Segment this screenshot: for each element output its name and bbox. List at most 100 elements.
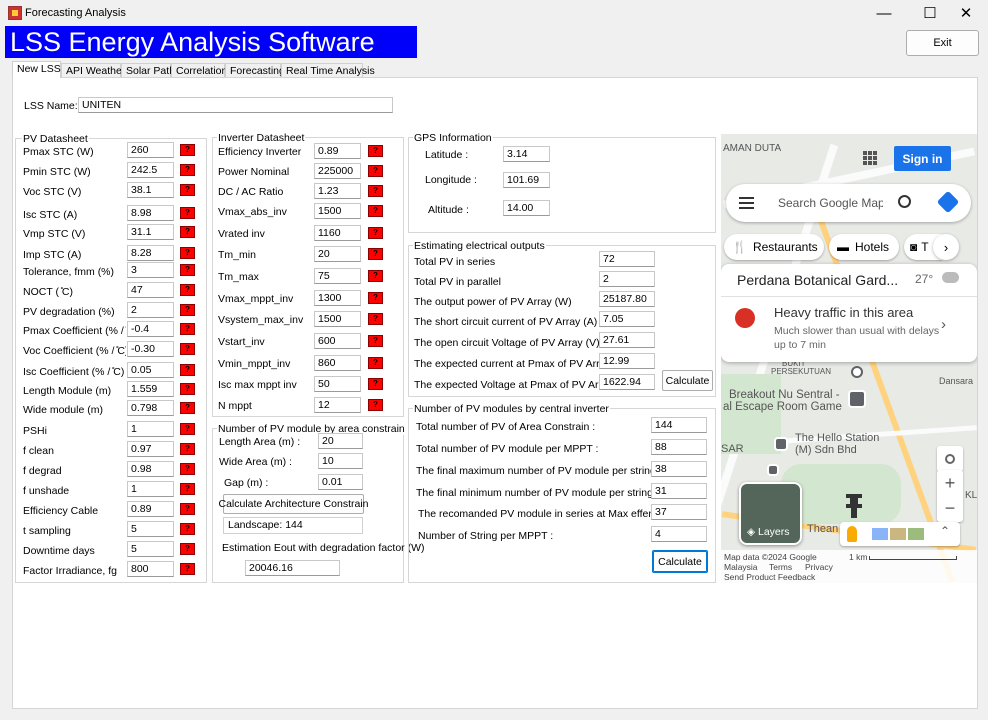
help-icon[interactable]: ? [368,335,383,347]
thumbnail-icon[interactable] [872,528,888,540]
tab-new-lss[interactable]: New LSS [12,61,61,78]
send-feedback-link[interactable]: Send Product Feedback [724,572,815,582]
pv-input[interactable]: 800 [127,561,174,577]
privacy-link[interactable]: Privacy [805,562,833,572]
help-icon[interactable]: ? [180,226,195,238]
pv-input[interactable]: 1.559 [127,381,174,397]
inverter-input[interactable]: 75 [314,268,361,284]
help-icon[interactable]: ? [368,313,383,325]
help-icon[interactable]: ? [180,247,195,259]
help-icon[interactable]: ? [368,185,383,197]
tab-correlation[interactable]: Correlation [171,63,227,78]
inverter-input[interactable]: 50 [314,376,361,392]
tab-forecasting[interactable]: Forecasting [225,63,285,78]
pv-input[interactable]: 47 [127,282,174,298]
inverter-input[interactable]: 600 [314,333,361,349]
pv-input[interactable]: -0.4 [127,321,174,337]
help-icon[interactable]: ? [180,543,195,555]
map-search-input[interactable]: Search Google Maps [778,196,883,210]
exit-button[interactable]: Exit [906,30,979,56]
calculate-architecture-button[interactable]: Calculate Architecture Constrain [219,494,369,514]
tab-api-weather[interactable]: API Weather [61,63,125,78]
place-name[interactable]: Perdana Botanical Gard... [737,272,898,288]
pv-input[interactable]: 1 [127,481,174,497]
pv-input[interactable]: 38.1 [127,182,174,198]
zoom-control[interactable]: + − [937,470,963,522]
help-icon[interactable]: ? [180,383,195,395]
chip-hotels[interactable]: ▬ Hotels [829,234,899,260]
layers-button[interactable]: ◈ Layers [739,482,802,545]
pv-input[interactable]: 0.05 [127,362,174,378]
help-icon[interactable]: ? [180,463,195,475]
help-icon[interactable]: ? [368,227,383,239]
map-poi-icon[interactable] [848,390,866,408]
help-icon[interactable]: ? [180,304,195,316]
help-icon[interactable]: ? [180,523,195,535]
directions-icon[interactable] [936,190,960,214]
pv-input[interactable]: 0.98 [127,461,174,477]
tab-solar-path[interactable]: Solar Path [121,63,175,78]
help-icon[interactable]: ? [180,423,195,435]
map-poi-icon[interactable] [767,464,779,476]
pv-input[interactable]: -0.30 [127,341,174,357]
inverter-input[interactable]: 12 [314,397,361,413]
tab-real-time-analysis[interactable]: Real Time Analysis [281,63,375,78]
pv-input[interactable]: 0.798 [127,400,174,416]
chevron-right-icon[interactable]: › [941,316,946,333]
help-icon[interactable]: ? [368,145,383,157]
inverter-input[interactable]: 1500 [314,203,361,219]
map-poi-icon[interactable] [851,366,863,378]
help-icon[interactable]: ? [180,402,195,414]
pv-input[interactable]: 2 [127,302,174,318]
search-icon[interactable] [898,195,911,208]
wide-area-input[interactable]: 10 [318,453,363,469]
calculate-electrical-button[interactable]: Calculate [662,370,713,391]
minimize-button[interactable]: — [861,0,907,26]
map-bottom-controls[interactable]: ⌃ [840,522,960,546]
help-icon[interactable]: ? [368,357,383,369]
chip-restaurants[interactable]: 🍴 Restaurants [724,234,824,260]
pv-input[interactable]: 8.28 [127,245,174,261]
gap-input[interactable]: 0.01 [318,474,363,490]
pv-input[interactable]: 5 [127,521,174,537]
help-icon[interactable]: ? [180,343,195,355]
sign-in-button[interactable]: Sign in [894,146,951,171]
help-icon[interactable]: ? [368,165,383,177]
menu-icon[interactable] [739,197,754,209]
place-card[interactable]: Perdana Botanical Gard... 27° Heavy traf… [721,264,977,362]
pv-input[interactable]: 0.89 [127,501,174,517]
lss-name-input[interactable]: UNITEN [78,97,393,113]
map-poi-icon[interactable] [774,437,788,451]
google-map[interactable]: AMAN DUTA BUKIT PERSEKUTUAN Breakout Nu … [721,134,977,583]
terms-link[interactable]: Terms [769,562,792,572]
help-icon[interactable]: ? [180,364,195,376]
help-icon[interactable]: ? [368,205,383,217]
longitude-input[interactable]: 101.69 [503,172,550,188]
map-search-box[interactable]: Search Google Maps [726,184,971,222]
help-icon[interactable]: ? [180,164,195,176]
inverter-input[interactable]: 860 [314,355,361,371]
help-icon[interactable]: ? [368,270,383,282]
zoom-in-button[interactable]: + [937,470,963,496]
pv-input[interactable]: 31.1 [127,224,174,240]
thumbnail-icon[interactable] [890,528,906,540]
pv-input[interactable]: 242.5 [127,162,174,178]
pegman-icon[interactable] [847,526,857,542]
altitude-input[interactable]: 14.00 [503,200,550,216]
calculate-central-button[interactable]: Calculate [652,550,708,573]
pv-input[interactable]: 8.98 [127,205,174,221]
pv-input[interactable]: 3 [127,262,174,278]
help-icon[interactable]: ? [180,184,195,196]
help-icon[interactable]: ? [180,563,195,575]
close-button[interactable]: ✕ [943,0,988,26]
help-icon[interactable]: ? [368,399,383,411]
my-location-button[interactable] [937,446,963,472]
pv-input[interactable]: 1 [127,421,174,437]
help-icon[interactable]: ? [180,483,195,495]
pv-input[interactable]: 260 [127,142,174,158]
zoom-out-button[interactable]: − [937,496,963,522]
inverter-input[interactable]: 0.89 [314,143,361,159]
help-icon[interactable]: ? [180,284,195,296]
pv-input[interactable]: 0.97 [127,441,174,457]
inverter-input[interactable]: 1.23 [314,183,361,199]
